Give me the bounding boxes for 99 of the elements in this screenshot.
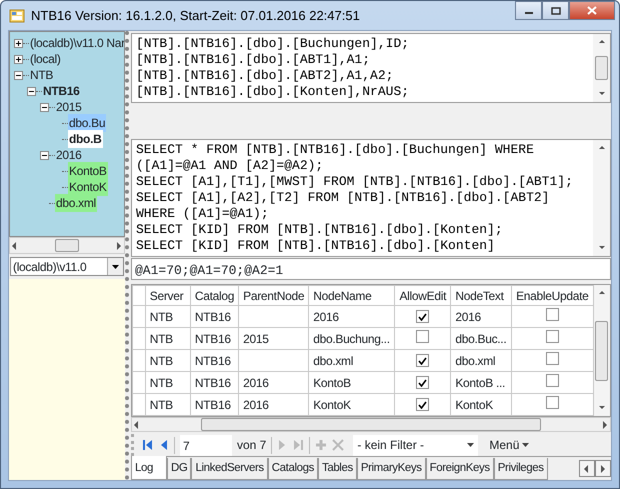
checkbox[interactable] xyxy=(416,398,430,412)
vertical-scrollbar[interactable] xyxy=(593,34,610,102)
table-cell: 2015 xyxy=(238,328,309,350)
tab[interactable]: LinkedServers xyxy=(191,458,268,480)
expand-icon[interactable] xyxy=(14,38,23,48)
table-cell: dbo.xml xyxy=(308,350,395,372)
tab[interactable]: Privileges xyxy=(494,458,548,480)
checkbox[interactable] xyxy=(546,352,559,365)
table-cell: 2016 xyxy=(238,394,309,416)
parameters-field[interactable]: @A1=70;@A1=70;@A2=1 xyxy=(131,258,611,280)
tree-item[interactable]: 2015 xyxy=(55,98,82,116)
tree-item[interactable]: KontoK xyxy=(68,178,108,196)
checkbox[interactable] xyxy=(416,310,430,324)
horizontal-scrollbar[interactable] xyxy=(131,417,611,432)
collapse-icon[interactable] xyxy=(40,102,49,112)
position-field[interactable]: 7 xyxy=(180,434,232,456)
table-cell: NTB16 xyxy=(190,372,239,394)
table-cell: NTB16 xyxy=(190,394,239,416)
minimize-button[interactable] xyxy=(515,1,542,20)
checkbox[interactable] xyxy=(546,396,559,409)
table-cell: NTB16 xyxy=(190,328,239,350)
window-title: NTB16 Version: 16.1.2.0, Start-Zeit: 07.01.2016 22:47:51 xyxy=(31,6,360,25)
tab[interactable]: Catalogs xyxy=(268,458,318,480)
close-button[interactable] xyxy=(569,1,615,20)
collapse-icon[interactable] xyxy=(40,150,49,160)
table-cell: KontoB xyxy=(308,372,395,394)
checkbox[interactable] xyxy=(546,330,559,343)
column-header[interactable]: NodeText xyxy=(450,286,512,306)
column-header[interactable]: ParentNode xyxy=(238,286,309,306)
record-count: von 7 xyxy=(237,437,266,454)
maximize-icon xyxy=(550,6,560,14)
table-cell: 2016 xyxy=(238,372,309,394)
column-header[interactable]: NodeName xyxy=(308,286,395,306)
app-icon xyxy=(9,8,25,24)
tab[interactable]: PrimaryKeys xyxy=(356,458,426,480)
vertical-scrollbar[interactable] xyxy=(594,285,610,416)
scroll-thumb[interactable] xyxy=(595,320,608,381)
tree-item[interactable]: NTB16 xyxy=(42,82,81,100)
tree-item[interactable]: 2016 xyxy=(55,146,82,164)
table-cell: KontoK xyxy=(308,394,395,416)
table-cell: NTB xyxy=(145,306,190,328)
dropdown-arrow-icon xyxy=(522,442,530,448)
tree-item[interactable]: (local) xyxy=(29,50,62,68)
table-cell: 2016 xyxy=(308,306,395,328)
close-icon xyxy=(587,6,597,15)
dropdown-arrow-icon xyxy=(111,264,120,270)
scroll-thumb[interactable] xyxy=(595,56,608,80)
collapse-icon[interactable] xyxy=(14,70,23,80)
tab[interactable]: ForeignKeys xyxy=(426,458,494,480)
tree-item[interactable]: dbo.xml xyxy=(55,194,97,212)
checkmark-icon xyxy=(418,400,428,409)
table-cell: 2016 xyxy=(450,306,512,328)
tree-item[interactable]: NTB xyxy=(29,66,54,84)
column-header[interactable]: Catalog xyxy=(190,286,239,306)
table-cell: NTB xyxy=(145,328,190,350)
tab-scroll-left-button[interactable] xyxy=(579,460,595,477)
checkbox[interactable] xyxy=(416,354,430,368)
server-dropdown[interactable]: (localdb)\v11.0 xyxy=(10,257,124,276)
table-cell: NTB xyxy=(145,350,190,372)
table-cell: NTB16 xyxy=(190,306,239,328)
filter-dropdown[interactable]: - kein Filter - xyxy=(353,434,478,456)
previous-record-icon[interactable] xyxy=(159,439,169,452)
table-cell: dbo.Buchung... xyxy=(308,328,395,350)
vertical-scrollbar[interactable] xyxy=(593,140,610,256)
tree-item[interactable]: dbo.B xyxy=(68,130,102,148)
scroll-thumb[interactable] xyxy=(55,239,79,252)
column-header[interactable]: AllowEdit xyxy=(394,286,451,306)
table-cell: dbo.xml xyxy=(450,350,512,372)
horizontal-scrollbar[interactable] xyxy=(9,237,125,254)
checkbox[interactable] xyxy=(416,376,430,390)
checkbox[interactable] xyxy=(546,374,559,387)
table-cell: KontoB ... xyxy=(450,372,512,394)
table-cell: NTB16 xyxy=(190,350,239,372)
first-record-icon[interactable] xyxy=(142,439,154,452)
checkbox[interactable] xyxy=(546,308,559,321)
expand-icon[interactable] xyxy=(14,54,23,64)
tab[interactable]: DG xyxy=(167,458,192,480)
table-cell: KontoK xyxy=(450,394,512,416)
tab[interactable]: Log xyxy=(131,456,167,480)
table-cell: dbo.Buc... xyxy=(450,328,512,350)
checkmark-icon xyxy=(418,378,428,387)
scroll-right-arrow-icon[interactable] xyxy=(114,240,124,250)
scroll-right-arrow-icon[interactable] xyxy=(600,420,610,430)
checkbox[interactable] xyxy=(416,330,430,343)
table-cell: NTB xyxy=(145,372,190,394)
checkmark-icon xyxy=(418,356,428,365)
table-cell: NTB xyxy=(145,394,190,416)
maximize-button[interactable] xyxy=(542,1,569,20)
right-arrow-icon[interactable] xyxy=(598,464,608,474)
dropdown-arrow-icon xyxy=(467,442,474,448)
column-header[interactable]: Server xyxy=(145,286,190,306)
tree-item[interactable]: dbo.Bu xyxy=(68,114,106,132)
tab-scroll-right-button[interactable] xyxy=(595,460,611,477)
collapse-icon[interactable] xyxy=(27,86,36,96)
tab[interactable]: Tables xyxy=(318,458,357,480)
column-header[interactable]: EnableUpdate xyxy=(512,286,594,306)
menu-button[interactable]: Menü xyxy=(489,436,530,454)
checkmark-icon xyxy=(418,312,428,321)
scroll-thumb[interactable] xyxy=(201,418,541,432)
